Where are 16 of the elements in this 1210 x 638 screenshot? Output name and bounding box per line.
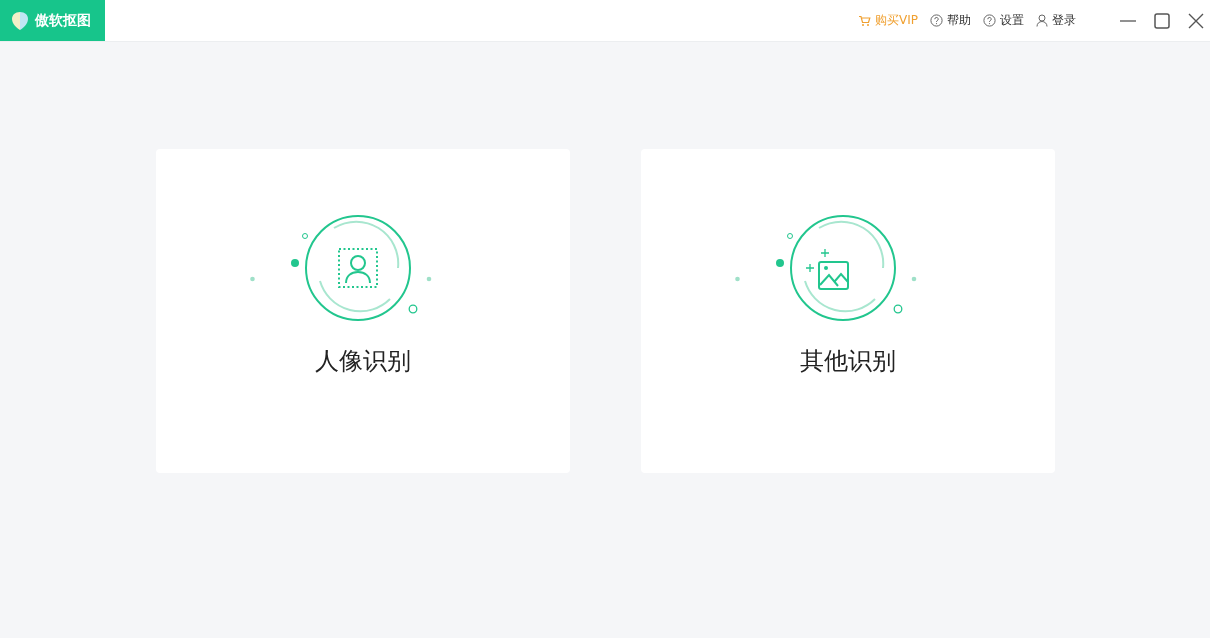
header-link[interactable]: 登录: [1036, 12, 1076, 29]
close-icon[interactable]: [1188, 12, 1204, 29]
maximize-icon[interactable]: [1154, 12, 1170, 29]
app-name: 傲软抠图: [35, 11, 91, 30]
minimize-icon[interactable]: [1120, 19, 1136, 22]
mode-card[interactable]: 人像识别: [155, 149, 570, 473]
header-link[interactable]: 设置: [983, 12, 1024, 29]
question-icon: [983, 14, 996, 27]
shield-icon: [11, 10, 29, 31]
user-icon: [1036, 14, 1048, 27]
card-title: 其他识别: [799, 346, 896, 377]
header-link[interactable]: 帮助: [930, 12, 971, 29]
mode-card[interactable]: 其他识别: [640, 149, 1055, 473]
question-icon: [930, 14, 943, 27]
cart-icon: [858, 14, 871, 27]
card-title: 人像识别: [314, 346, 411, 377]
